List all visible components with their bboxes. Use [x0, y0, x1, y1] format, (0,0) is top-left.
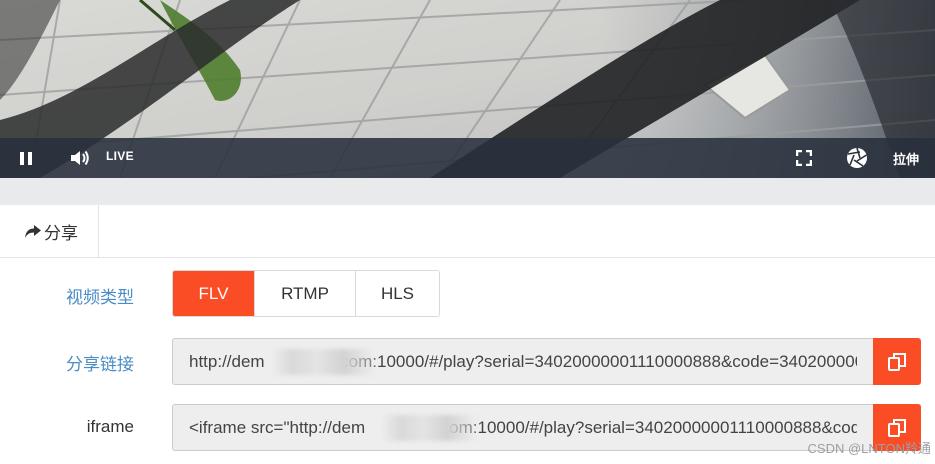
watermark: CSDN @LNTON羚通 — [807, 441, 931, 456]
share-link-label: 分享链接 — [66, 355, 134, 374]
iframe-field[interactable] — [172, 404, 873, 451]
video-type-hls-button[interactable]: HLS — [356, 271, 439, 316]
iframe-input[interactable] — [173, 405, 873, 450]
snapshot-icon[interactable] — [845, 146, 869, 170]
tab-bar: 分享 — [0, 205, 935, 258]
live-label: LIVE — [106, 149, 134, 163]
video-type-rtmp-button[interactable]: RTMP — [255, 271, 356, 316]
share-arrow-icon — [25, 225, 41, 238]
video-type-label: 视频类型 — [66, 288, 134, 307]
copy-share-link-button[interactable] — [873, 338, 921, 385]
tab-share[interactable]: 分享 — [0, 205, 99, 257]
copy-icon — [888, 418, 906, 437]
fullscreen-icon[interactable] — [793, 147, 815, 169]
stretch-button[interactable]: 拉伸 — [893, 147, 919, 169]
video-type-selector: FLV RTMP HLS — [172, 270, 440, 317]
volume-icon[interactable] — [68, 147, 92, 169]
copy-icon — [888, 352, 906, 371]
video-type-flv-button[interactable]: FLV — [173, 271, 255, 316]
tab-share-label: 分享 — [44, 223, 78, 243]
video-player[interactable]: LIVE 拉伸 — [0, 0, 935, 178]
section-divider — [0, 178, 935, 205]
iframe-label: iframe — [86, 417, 134, 436]
share-link-field[interactable] — [172, 338, 873, 385]
player-control-bar: LIVE 拉伸 — [0, 138, 935, 178]
redacted-area — [381, 415, 476, 441]
redacted-area — [271, 349, 375, 375]
pause-icon[interactable] — [14, 148, 38, 168]
